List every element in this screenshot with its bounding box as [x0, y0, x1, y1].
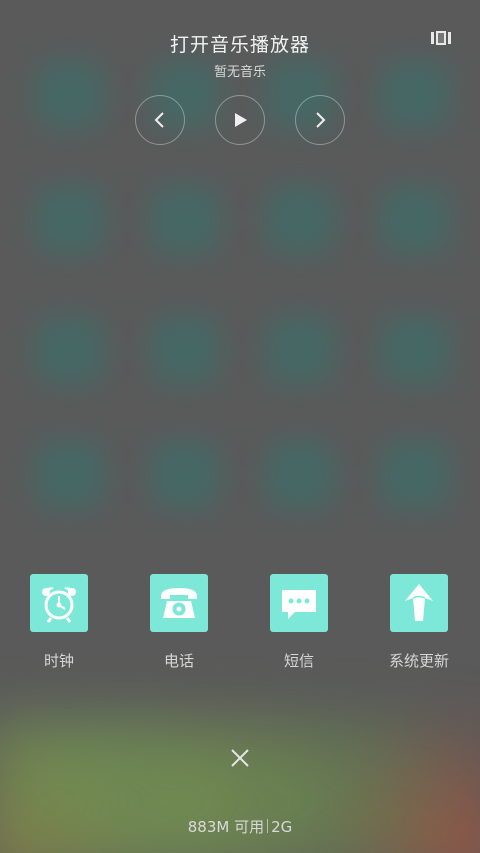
next-track-button[interactable] [295, 95, 345, 145]
update-arrow-icon [390, 574, 448, 632]
close-icon [231, 749, 249, 767]
music-player-title[interactable]: 打开音乐播放器 [0, 30, 480, 57]
message-icon [270, 574, 328, 632]
play-button[interactable] [215, 95, 265, 145]
quick-shortcuts: 时钟 电话 短信 系统更新 [0, 574, 480, 674]
shortcut-label-messages: 短信 [283, 652, 314, 670]
shortcut-label-phone: 电话 [163, 652, 194, 670]
alarm-clock-icon [30, 574, 88, 632]
shortcut-phone[interactable]: 电话 [129, 574, 229, 671]
status-divider [267, 819, 269, 833]
memory-status: 883M 可用 2G [0, 816, 480, 837]
close-button[interactable] [226, 744, 254, 772]
chevron-right-icon [316, 112, 326, 128]
telephone-icon [150, 574, 208, 632]
chevron-left-icon [154, 112, 164, 128]
network-type-text: 2G [271, 818, 293, 836]
music-status-text: 暂无音乐 [213, 65, 266, 80]
music-widget-header[interactable]: 打开音乐播放器 暂无音乐 [0, 30, 480, 80]
shortcut-label-clock: 时钟 [43, 652, 74, 670]
memory-available-text: 883M 可用 [187, 818, 265, 836]
recent-apps-icon[interactable] [430, 30, 452, 46]
shortcut-messages[interactable]: 短信 [249, 574, 349, 671]
play-icon [235, 113, 247, 127]
shortcut-system-update[interactable]: 系统更新 [369, 574, 469, 671]
previous-track-button[interactable] [135, 95, 185, 145]
shortcut-clock[interactable]: 时钟 [9, 574, 109, 671]
shortcut-label-system-update: 系统更新 [388, 652, 449, 670]
